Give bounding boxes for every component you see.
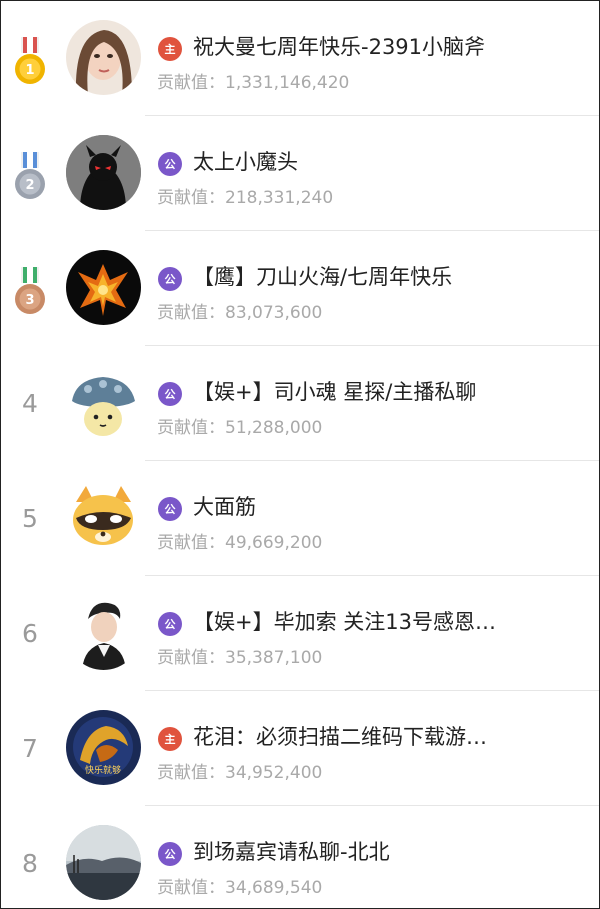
score-value: 218,331,240 (225, 188, 334, 208)
contribution-score: 贡献值：218,331,240 (157, 183, 333, 208)
svg-text:3: 3 (25, 293, 34, 308)
avatar[interactable] (66, 480, 141, 555)
score-label: 贡献值： (157, 303, 225, 323)
svg-text:1: 1 (25, 63, 34, 78)
score-value: 51,288,000 (225, 418, 323, 438)
score-label: 贡献值： (157, 763, 225, 783)
user-name: 大面筋 (193, 495, 256, 519)
avatar[interactable] (66, 595, 141, 670)
score-label: 贡献值： (157, 188, 225, 208)
score-label: 贡献值： (157, 533, 225, 553)
rank-number: 4 (22, 389, 38, 418)
guild-badge-icon: 公 (158, 842, 182, 866)
avatar[interactable]: 快乐就够 (66, 710, 141, 785)
leaderboard-row[interactable]: 2 公 太上小魔头 贡献值：218,331,240 (1, 116, 599, 231)
rank-number: 8 (22, 849, 38, 878)
score-value: 1,331,146,420 (225, 73, 350, 93)
contribution-score: 贡献值：1,331,146,420 (157, 68, 349, 93)
contribution-leaderboard: 1 主 祝大曼七周年快乐-2391小脑斧 贡献值：1,331,146,420 2… (0, 0, 600, 909)
leaderboard-row[interactable]: 1 主 祝大曼七周年快乐-2391小脑斧 贡献值：1,331,146,420 (1, 1, 599, 116)
gold-medal-icon: 1 (15, 37, 45, 84)
guild-badge-icon: 公 (158, 382, 182, 406)
avatar[interactable] (66, 20, 141, 95)
user-name: 祝大曼七周年快乐-2391小脑斧 (193, 35, 486, 59)
guild-badge-icon: 公 (158, 612, 182, 636)
silver-medal-icon: 2 (15, 152, 45, 199)
leaderboard-row[interactable]: 4 公 【娱+】司小魂 星探/主播私聊 贡献值：51,288,000 (1, 346, 599, 461)
score-value: 83,073,600 (225, 303, 323, 323)
leaderboard-row[interactable]: 7 快乐就够 主 花泪：必须扫描二维码下载游… 贡献值：34,952,400 (1, 691, 599, 806)
user-name: 【娱+】毕加索 关注13号感恩… (193, 610, 496, 634)
leaderboard-row[interactable]: 5 公 大面筋 贡献值：49,669,200 (1, 461, 599, 576)
leaderboard-row[interactable]: 6 公 【娱+】毕加索 关注13号感恩… 贡献值：35,387,100 (1, 576, 599, 691)
avatar-caption: 快乐就够 (85, 764, 121, 776)
contribution-score: 贡献值：49,669,200 (157, 528, 322, 553)
avatar[interactable] (66, 135, 141, 210)
contribution-score: 贡献值：34,689,540 (157, 873, 322, 898)
score-label: 贡献值： (157, 878, 225, 898)
user-name: 到场嘉宾请私聊-北北 (193, 840, 390, 864)
score-label: 贡献值： (157, 73, 225, 93)
rank-number: 5 (22, 504, 38, 533)
user-name: 花泪：必须扫描二维码下载游… (193, 725, 487, 749)
rank-number: 6 (22, 619, 38, 648)
avatar[interactable] (66, 365, 141, 440)
guild-badge-icon: 公 (158, 497, 182, 521)
guild-badge-icon: 公 (158, 152, 182, 176)
score-label: 贡献值： (157, 648, 225, 668)
svg-text:2: 2 (25, 178, 34, 193)
anchor-badge-icon: 主 (158, 37, 182, 61)
avatar[interactable] (66, 825, 141, 900)
contribution-score: 贡献值：35,387,100 (157, 643, 322, 668)
guild-badge-icon: 公 (158, 267, 182, 291)
user-name: 【娱+】司小魂 星探/主播私聊 (193, 380, 477, 404)
rank-number: 7 (22, 734, 38, 763)
leaderboard-row[interactable]: 3 公 【鹰】刀山火海/七周年快乐 贡献值：83,073,600 (1, 231, 599, 346)
score-value: 35,387,100 (225, 648, 323, 668)
user-name: 【鹰】刀山火海/七周年快乐 (193, 265, 453, 289)
user-name: 太上小魔头 (193, 150, 298, 174)
score-label: 贡献值： (157, 418, 225, 438)
anchor-badge-icon: 主 (158, 727, 182, 751)
score-value: 49,669,200 (225, 533, 323, 553)
bronze-medal-icon: 3 (15, 267, 45, 314)
contribution-score: 贡献值：34,952,400 (157, 758, 322, 783)
avatar[interactable] (66, 250, 141, 325)
score-value: 34,689,540 (225, 878, 323, 898)
contribution-score: 贡献值：51,288,000 (157, 413, 322, 438)
leaderboard-row[interactable]: 8 公 到场嘉宾请私聊-北北 贡献值：34,689,540 (1, 806, 599, 908)
contribution-score: 贡献值：83,073,600 (157, 298, 322, 323)
score-value: 34,952,400 (225, 763, 323, 783)
